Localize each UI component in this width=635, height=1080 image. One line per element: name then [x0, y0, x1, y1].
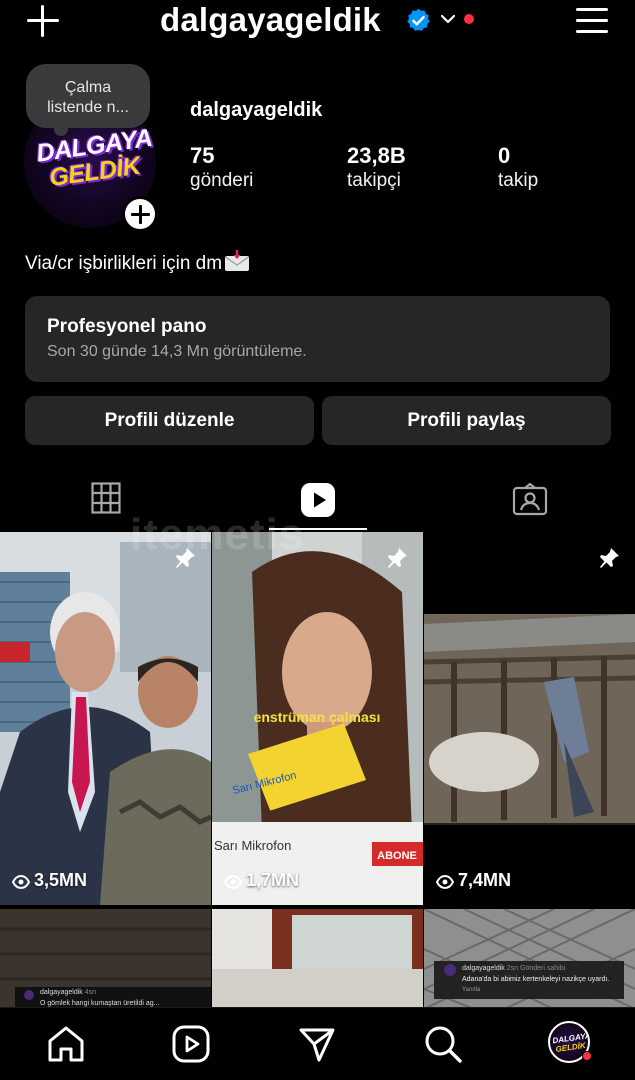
comment-username: dalgayageldik 4sn [40, 989, 97, 996]
watermark: itemetis [130, 510, 305, 559]
comment-text: Adana'da bi abimiz kertenkeleyi nazikçe … [462, 976, 610, 983]
professional-dashboard-card[interactable]: Profesyonel pano Son 30 günde 14,3 Mn gö… [25, 296, 610, 382]
stat-posts[interactable]: 75 gönderi [190, 143, 253, 193]
pin-icon [600, 548, 619, 568]
reel-caption: enstrüman çalması [254, 709, 381, 725]
top-bar: dalgayageldik [0, 0, 635, 46]
reel-4-image [0, 909, 211, 1007]
reel-thumbnail[interactable]: 7,4MN [424, 532, 635, 905]
note-line-2: listende n... [47, 99, 129, 116]
notification-dot [464, 14, 474, 24]
stat-followers[interactable]: 23,8B takipçi [347, 143, 406, 193]
grid-icon [90, 482, 121, 514]
eye-icon [435, 874, 455, 890]
comment-header: dalgayageldik 2sn Gönderi sahibi [462, 965, 566, 972]
eye-icon [223, 874, 243, 890]
create-plus-icon[interactable] [26, 4, 60, 38]
comment-reply: Yanıtla [462, 987, 481, 993]
incoming-envelope-icon [225, 250, 250, 271]
mic-brand-text: Sarı Mikrofon [214, 838, 291, 853]
brand-logo: DALGAYA GELDİK [34, 123, 154, 193]
reels-grid: 3,5MN Sarı Mikrofon enstrüman çalması Sa… [0, 532, 635, 1007]
reel-thumbnail[interactable]: dalgayageldik 2sn Gönderi sahibi Adana'd… [424, 909, 635, 1007]
chevron-down-icon[interactable] [440, 13, 456, 25]
reel-2-image: Sarı Mikrofon enstrüman çalması Sarı Mik… [212, 532, 423, 905]
reel-thumbnail[interactable]: 3,5MN [0, 532, 211, 905]
header-username[interactable]: dalgayageldik [160, 1, 381, 39]
stat-following[interactable]: 0 takip [498, 143, 538, 193]
comment-text: O gömlek hangi kumaştan üretildi ag... [40, 1000, 160, 1007]
reel-1-image [0, 532, 211, 905]
reel-3-image [424, 532, 635, 905]
subscribe-badge: ABONE [377, 850, 417, 862]
profile-notification-dot [582, 1051, 592, 1061]
hamburger-menu-icon[interactable] [576, 8, 608, 34]
send-icon[interactable] [297, 1024, 337, 1064]
eye-icon [11, 874, 31, 890]
search-icon[interactable] [423, 1024, 463, 1064]
profile-display-name: dalgayageldik [190, 99, 323, 121]
reels-nav-icon[interactable] [171, 1024, 211, 1064]
add-story-plus-icon[interactable] [122, 196, 158, 232]
note-bubble[interactable]: Çalma listende n... [26, 64, 150, 136]
view-count: 1,7MN [223, 870, 299, 891]
verified-badge-icon [407, 8, 430, 31]
note-line-1: Çalma [64, 79, 112, 96]
reel-thumbnail[interactable]: dalgayageldik 4sn O gömlek hangi kumaşta… [0, 909, 211, 1007]
profile-bio: Via/cr işbirlikleri için dm [25, 250, 250, 275]
home-icon[interactable] [46, 1024, 86, 1064]
view-count: 3,5MN [11, 870, 87, 891]
dashboard-subtitle: Son 30 günde 14,3 Mn görüntüleme. [47, 343, 307, 360]
dashboard-title: Profesyonel pano [47, 316, 207, 337]
edit-profile-button[interactable]: Profili düzenle [25, 396, 314, 445]
reel-thumbnail[interactable]: Sarı Mikrofon enstrüman çalması Sarı Mik… [212, 532, 423, 905]
tagged-icon [512, 482, 547, 516]
view-count: 7,4MN [435, 870, 511, 891]
reel-5-image [212, 909, 423, 1007]
share-profile-button[interactable]: Profili paylaş [322, 396, 611, 445]
reel-thumbnail[interactable] [212, 909, 423, 1007]
reel-6-image [424, 909, 635, 1007]
bottom-nav: DALGAYA GELDİK [0, 1007, 635, 1080]
